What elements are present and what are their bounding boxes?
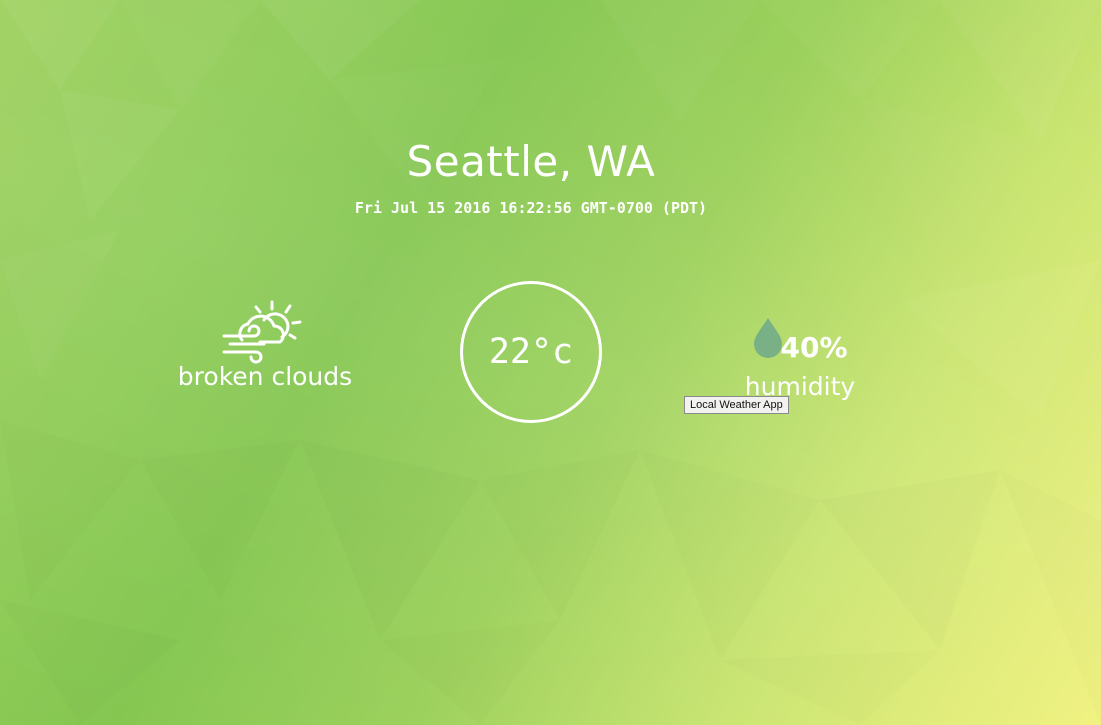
windy-partly-cloudy-icon: [222, 300, 302, 364]
temperature-circle[interactable]: 22°c: [460, 281, 602, 423]
temperature-value: 22°c: [488, 332, 574, 372]
weather-description: broken clouds: [177, 362, 353, 391]
humidity-value: 40%: [780, 331, 848, 364]
weather-condition: broken clouds: [165, 296, 365, 391]
weather-app: Seattle, WA Fri Jul 15 2016 16:22:56 GMT…: [0, 0, 1101, 725]
tooltip: Local Weather App: [684, 396, 789, 414]
humidity-panel: 40% humidity: [730, 316, 870, 401]
datetime-text: Fri Jul 15 2016 16:22:56 GMT-0700 (PDT): [354, 199, 708, 217]
city-title: Seattle, WA: [406, 137, 656, 186]
